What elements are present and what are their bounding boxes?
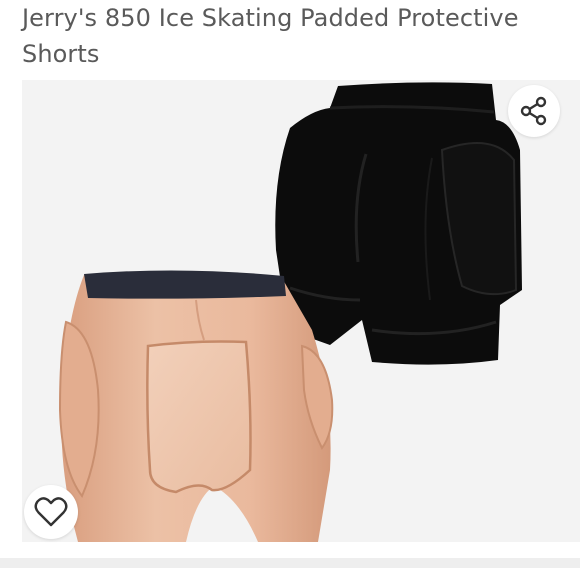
heart-outline-icon bbox=[34, 497, 68, 527]
section-divider bbox=[0, 558, 580, 568]
black-shorts bbox=[275, 82, 522, 365]
share-icon bbox=[520, 96, 547, 126]
share-button[interactable] bbox=[508, 85, 560, 137]
product-page: Jerry's 850 Ice Skating Padded Protectiv… bbox=[0, 0, 580, 580]
product-title: Jerry's 850 Ice Skating Padded Protectiv… bbox=[22, 4, 519, 68]
wishlist-button[interactable] bbox=[24, 485, 78, 539]
skin-shorts bbox=[58, 270, 334, 542]
product-photo bbox=[58, 82, 522, 542]
product-image[interactable] bbox=[22, 80, 580, 542]
